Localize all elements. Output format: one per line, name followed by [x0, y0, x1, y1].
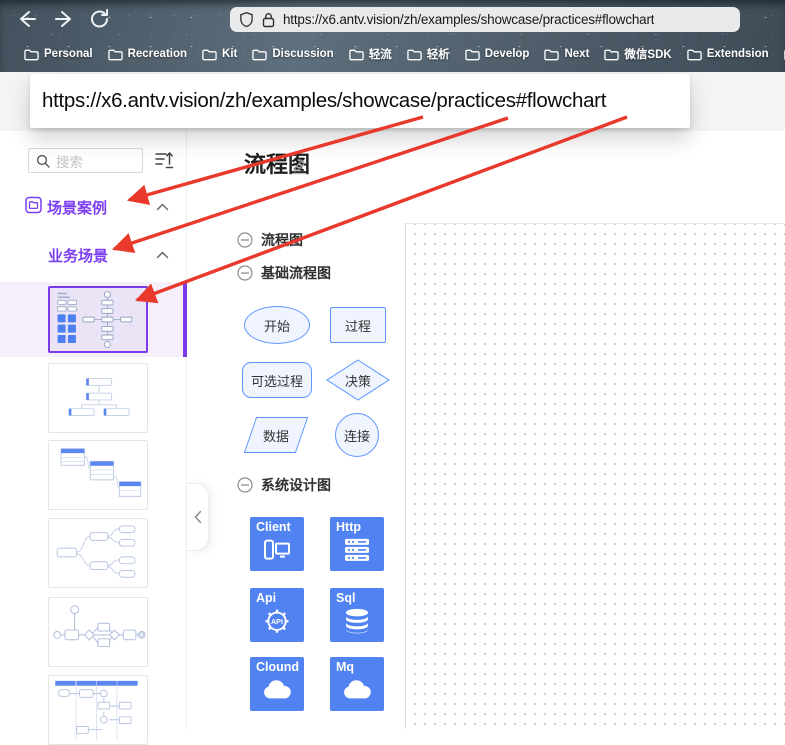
url-callout: https://x6.antv.vision/zh/examples/showc…: [30, 74, 690, 128]
example-thumbnail-mindmap[interactable]: [48, 518, 148, 588]
subcategory-label: 业务场景: [48, 248, 109, 265]
examples-page: 搜索 场景案例 业务场景 流程图 流程图 基础流程图 开始 过程 可选过程 决策…: [0, 131, 785, 745]
browser-chrome: https://x6.antv.vision/zh/examples/showc…: [0, 0, 785, 72]
selected-example-indicator: [183, 282, 187, 357]
stencil-tile-sql[interactable]: Sql: [330, 588, 384, 642]
sort-icon[interactable]: [154, 149, 174, 171]
stencil-shape-optional-process[interactable]: 可选过程: [242, 362, 312, 398]
stencil-shape-start[interactable]: 开始: [244, 306, 310, 344]
cloud-icon: [264, 679, 291, 699]
api-gear-icon: API: [265, 609, 289, 633]
example-thumbnail-tree[interactable]: [48, 363, 148, 433]
bookmark-folder[interactable]: Extendsion: [686, 48, 769, 61]
stencil-shape-data[interactable]: 数据: [243, 417, 309, 453]
examples-sidebar: 搜索 场景案例 业务场景: [0, 131, 187, 745]
stencil-tile-client[interactable]: Client: [250, 517, 304, 571]
search-placeholder: 搜索: [56, 154, 83, 170]
chevron-up-icon: [156, 203, 169, 211]
example-thumbnail-swimlane[interactable]: [48, 675, 148, 745]
bookmark-folder[interactable]: Discussion: [252, 48, 334, 61]
category-label: 场景案例: [47, 200, 108, 217]
address-bar[interactable]: https://x6.antv.vision/zh/examples/showc…: [230, 7, 740, 32]
edit-title-icon[interactable]: [291, 157, 309, 175]
chevron-left-icon: [194, 510, 201, 524]
collapse-minus-icon: [237, 477, 253, 493]
client-devices-icon: [264, 539, 290, 560]
bookmark-folder[interactable]: Next: [544, 48, 589, 61]
case-folder-icon: [25, 196, 42, 214]
example-thumbnail-bpmn[interactable]: [48, 597, 148, 667]
collapse-minus-icon: [237, 265, 253, 281]
search-icon: [36, 154, 50, 168]
stencil-group-system-design[interactable]: 系统设计图: [237, 476, 331, 494]
stencil-shape-decision[interactable]: 决策: [326, 359, 390, 401]
chevron-up-icon: [156, 251, 169, 259]
bookmark-folder[interactable]: Recreation: [107, 48, 187, 61]
stencil-shape-process[interactable]: 过程: [330, 307, 386, 343]
bookmark-folder[interactable]: Develop: [465, 48, 529, 61]
sidebar-item-business-scenes[interactable]: 业务场景: [0, 243, 187, 269]
bookmarks-bar: Personal Recreation Kit Discussion 轻流 轻析…: [0, 38, 785, 70]
sidebar-item-scene-cases[interactable]: 场景案例: [0, 195, 187, 221]
example-thumbnail-flowchart[interactable]: [48, 286, 148, 353]
bookmark-folder[interactable]: 微信SDK: [604, 46, 672, 62]
stencil-tile-clound[interactable]: Clound: [250, 657, 304, 711]
stencil-shape-connect[interactable]: 连接: [335, 413, 379, 457]
cloud-icon: [344, 679, 371, 699]
bookmark-folder[interactable]: Personal: [24, 48, 93, 61]
example-thumbnail-er-diagram[interactable]: [48, 440, 148, 510]
collapse-minus-icon: [237, 232, 253, 248]
forward-icon[interactable]: [52, 8, 76, 30]
search-input[interactable]: 搜索: [28, 148, 143, 173]
bookmark-folder[interactable]: 轻流: [349, 46, 392, 62]
bookmark-folder[interactable]: 轻析: [407, 46, 450, 62]
stencil-tile-http[interactable]: Http: [330, 517, 384, 571]
stencil-tile-mq[interactable]: Mq: [330, 657, 384, 711]
lock-icon: [262, 12, 275, 27]
stencil-group-basic-flowchart[interactable]: 基础流程图: [237, 264, 331, 282]
graph-canvas[interactable]: [406, 224, 785, 729]
database-icon: [346, 608, 368, 634]
server-icon: [345, 538, 369, 561]
bookmark-folder[interactable]: Kit: [202, 48, 237, 61]
svg-text:API: API: [271, 617, 283, 626]
shield-icon: [240, 11, 253, 28]
reload-icon[interactable]: [88, 8, 112, 30]
stencil-group-flowchart[interactable]: 流程图: [237, 231, 303, 249]
url-callout-text: https://x6.antv.vision/zh/examples/showc…: [42, 89, 607, 112]
stencil-tile-api[interactable]: Api API: [250, 588, 304, 642]
back-icon[interactable]: [15, 8, 39, 30]
url-text: https://x6.antv.vision/zh/examples/showc…: [283, 12, 655, 27]
sidebar-collapse-handle[interactable]: [187, 483, 209, 551]
stencil-panel: 流程图 基础流程图 开始 过程 可选过程 决策 数据 连接 系统设计图 Clie…: [228, 223, 405, 729]
